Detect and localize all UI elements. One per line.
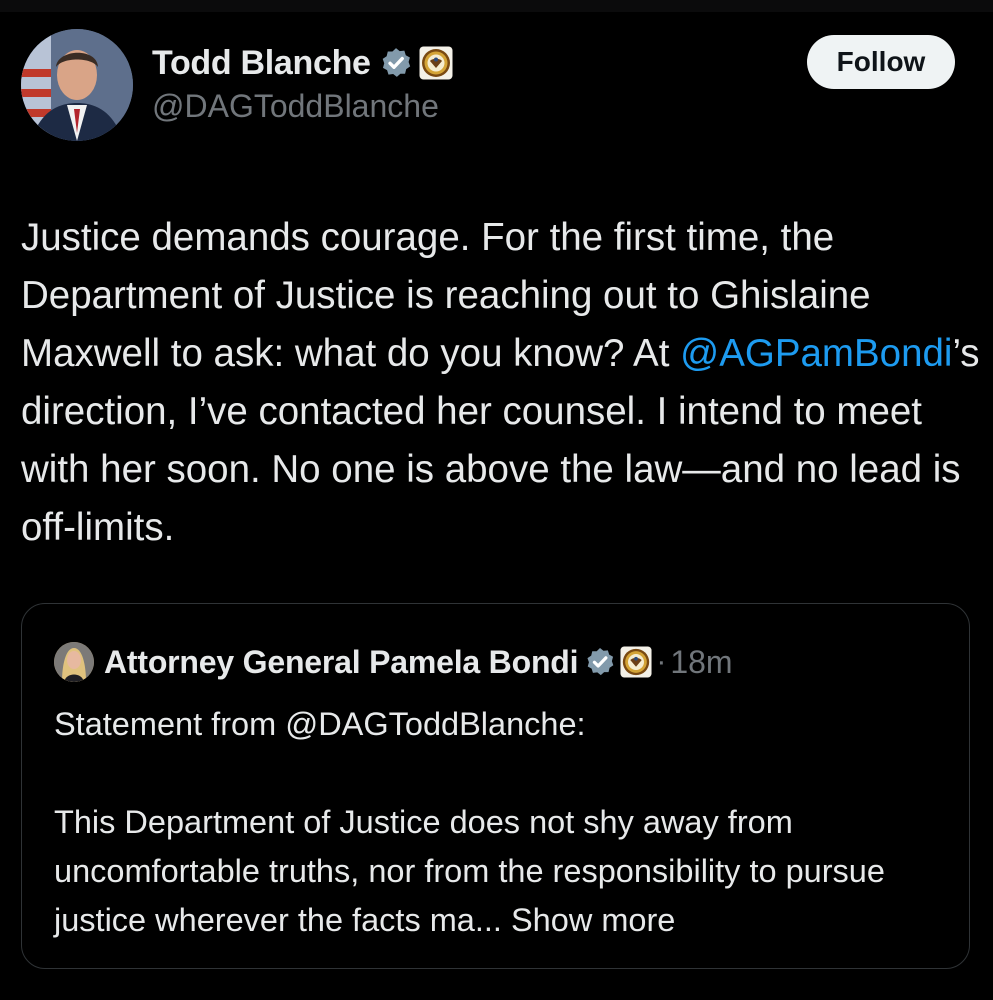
- author-name[interactable]: Todd Blanche: [152, 44, 371, 83]
- author-avatar-image: [21, 29, 133, 141]
- quoted-post-header: Attorney General Pamela Bondi · 18m: [54, 640, 733, 684]
- quoted-separator: ·: [656, 645, 667, 678]
- post-text: Justice demands courage. For the first t…: [21, 209, 981, 557]
- mention-link[interactable]: @AGPamBondi: [680, 332, 952, 375]
- quoted-author-avatar-image: [54, 642, 94, 682]
- quoted-verified-badge-icon: [587, 648, 614, 676]
- author-avatar[interactable]: [21, 29, 133, 141]
- quoted-post-text: Statement from @DAGToddBlanche: This Depa…: [54, 700, 954, 945]
- quoted-post-card[interactable]: Attorney General Pamela Bondi · 18m Stat…: [21, 603, 970, 969]
- quoted-author-avatar[interactable]: [54, 642, 94, 682]
- verified-badge-icon: [382, 48, 410, 77]
- follow-button[interactable]: Follow: [807, 35, 955, 89]
- author-handle[interactable]: @DAGToddBlanche: [152, 88, 439, 125]
- quoted-post-body: This Department of Justice does not shy …: [54, 804, 885, 938]
- quoted-timestamp[interactable]: 18m: [670, 644, 732, 681]
- quoted-post-line1: Statement from @DAGToddBlanche:: [54, 706, 586, 742]
- quoted-author-name[interactable]: Attorney General Pamela Bondi: [104, 644, 579, 681]
- doj-seal-icon: [419, 46, 453, 80]
- quoted-doj-seal-icon: [620, 646, 652, 678]
- author-row: Todd Blanche: [152, 38, 453, 88]
- top-strip: [0, 0, 993, 12]
- show-more-link[interactable]: Show more: [511, 902, 675, 938]
